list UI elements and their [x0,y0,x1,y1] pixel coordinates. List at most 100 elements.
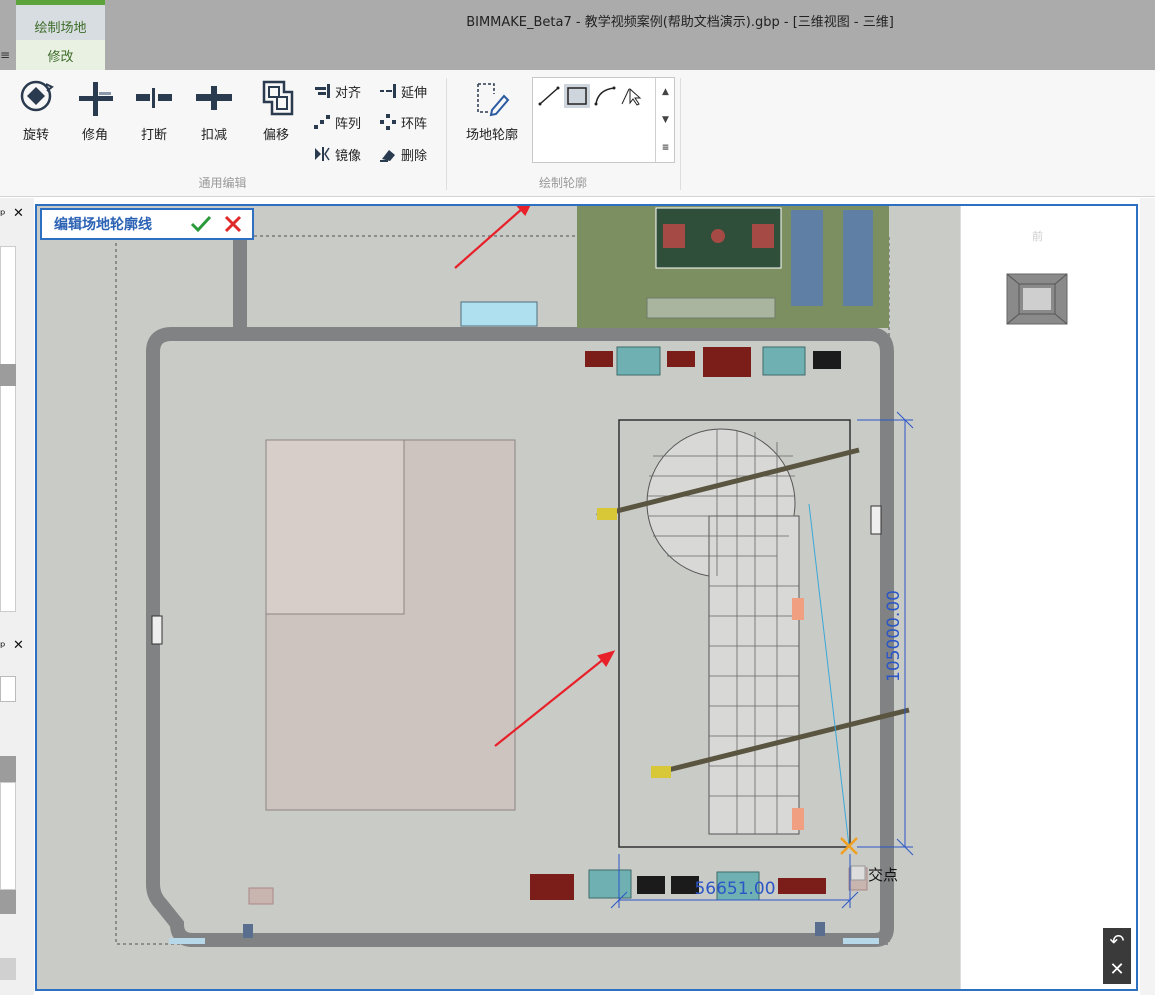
delete-icon [380,150,395,162]
storage-container [585,351,613,367]
extend-button[interactable]: 延伸 [379,80,427,102]
arc-tool-icon[interactable] [592,84,618,108]
break-icon [136,88,172,108]
crane-cab [597,508,617,520]
edit-mode-label: 编辑场地轮廓线 [54,217,152,233]
trim-corner-label: 修角 [81,128,108,143]
radial-array-label: 环阵 [401,116,428,132]
tab-modify[interactable]: 修改 [16,40,105,70]
undo-icon: ↶ [1109,931,1125,952]
project-browser-panel [0,246,16,612]
panel-pin-icon[interactable]: ᵖ [0,208,6,223]
radial-array-button[interactable]: 环阵 [379,111,427,133]
break-button[interactable]: 打断 [128,78,180,143]
panel-close-icon[interactable]: ✕ [13,206,24,221]
project-browser-selected-row[interactable] [0,364,16,386]
gallery-expand[interactable]: ≡ [655,134,675,162]
storage-container [667,351,695,367]
intersection-snap-marker [840,837,858,855]
crane-cab [651,766,671,778]
storage-container [778,878,826,894]
material-stack [637,876,665,894]
building-block [791,210,823,306]
check-icon [190,215,212,233]
edit-mode-bar: 编辑场地轮廓线 [40,208,254,240]
entrance-gate [169,938,205,944]
site-office [616,346,661,376]
break-label: 打断 [140,128,167,143]
ribbon: 旋转 修角 打断 扣减 偏移 对齐 延伸 阵列 环阵 镜像 删除 通用编辑 场地… [0,70,1155,197]
offset-button[interactable]: 偏移 [250,78,302,143]
apply-button[interactable] [0,958,16,980]
confirm-button[interactable] [184,210,218,238]
general-edit-group-label: 通用编辑 [198,176,247,190]
tower-slab [708,515,800,835]
offset-icon [262,80,294,116]
subtract-button[interactable]: 扣减 [188,78,240,143]
close-icon: ✕ [1109,959,1125,980]
3d-viewport[interactable]: 105000.00 56651.00 交点 前 编辑场地轮廓线 [35,204,1138,991]
view-cube-icon[interactable] [1005,272,1069,328]
mirror-icon [315,147,330,161]
site-contour-button[interactable]: 场地轮廓 [456,78,528,143]
mirror-label: 镜像 [335,148,362,164]
array-button[interactable]: 阵列 [313,111,361,133]
align-label: 对齐 [335,85,362,101]
undo-button[interactable]: ↶ [1103,928,1131,956]
main-building-wing [265,439,405,615]
extend-icon [380,84,396,98]
snap-label: 交点 [868,866,898,884]
offset-label: 偏移 [262,128,289,143]
draw-contour-group-label: 绘制轮廓 [538,176,587,190]
vehicle [151,615,163,645]
cross-icon [224,215,242,233]
bleachers [646,297,776,319]
trim-corner-icon [79,82,113,116]
vehicle [870,505,882,535]
panel-close-icon[interactable]: ✕ [13,638,24,653]
material-stack [813,351,841,369]
panel-pin-icon[interactable]: ᵖ [0,640,6,655]
close-edit-button[interactable]: ✕ [1103,956,1131,984]
left-dock: ᵖ ✕ ᵖ ✕ [0,198,34,995]
site-contour-label: 场地轮廓 [465,128,518,143]
storage-container [703,347,751,377]
gallery-scroll-up[interactable]: ▲ [655,78,675,106]
site-office [762,346,806,376]
entrance-gate [843,938,879,944]
site-hoist [792,808,804,830]
right-dock-strip [1140,198,1155,995]
site-hoist [792,598,804,620]
extend-label: 延伸 [401,85,428,101]
subtract-label: 扣减 [200,128,227,143]
site-contour-icon [477,83,510,117]
view-cube-hint: 前 [1032,230,1043,243]
court-key [663,224,685,248]
court-key [752,224,774,248]
building-block [843,210,873,306]
site-plan-canvas[interactable]: 105000.00 56651.00 交点 [37,206,960,991]
cancel-button[interactable] [218,210,248,238]
line-tool-icon[interactable] [536,84,562,108]
radial-array-icon [380,114,396,130]
window-title: BIMMAKE_Beta7 - 教学视频案例(帮助文档演示).gbp - [三维… [466,15,894,30]
rectangle-tool-icon[interactable] [564,84,590,108]
array-icon [314,115,330,129]
draw-tool-gallery: ▲ ▼ ≡ [532,77,675,163]
dimension-vertical-value: 105000.00 [884,590,904,682]
subtract-icon [196,86,232,110]
snap-cursor-box [850,865,866,881]
align-button[interactable]: 对齐 [313,80,361,102]
ribbon-separator [680,78,681,190]
properties-type-selector[interactable] [0,676,16,702]
rotate-button[interactable]: 旋转 [10,78,62,143]
trim-corner-button[interactable]: 修角 [69,78,121,143]
properties-rows [0,782,16,890]
mirror-button[interactable]: 镜像 [313,143,361,165]
delete-label: 删除 [401,148,428,164]
pick-tool-icon[interactable] [620,84,646,108]
delete-button[interactable]: 删除 [379,143,427,165]
glass-pavilion [460,301,538,327]
tab-draw-site[interactable]: 绘制场地 [16,0,105,40]
gallery-scroll-down[interactable]: ▼ [655,106,675,134]
